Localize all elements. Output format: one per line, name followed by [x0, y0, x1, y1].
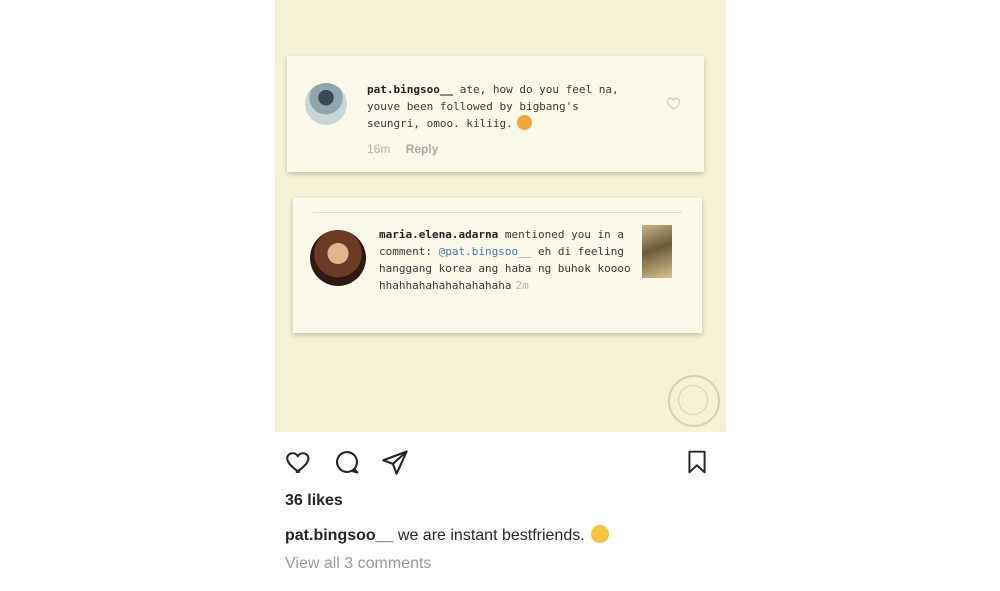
- commenter-avatar[interactable]: [305, 83, 347, 125]
- mention-card: maria.elena.adarna mentioned you in a co…: [293, 198, 702, 333]
- post-caption: pat.bingsoo__ we are instant bestfriends…: [285, 525, 609, 545]
- view-all-comments-link[interactable]: View all 3 comments: [285, 555, 431, 573]
- divider: [313, 212, 682, 213]
- heart-icon[interactable]: [284, 448, 314, 476]
- comment-time: 16m: [367, 142, 391, 156]
- mention-time: 2m: [515, 279, 529, 292]
- bookmark-icon[interactable]: [684, 448, 710, 476]
- mention-text: maria.elena.adarna mentioned you in a co…: [379, 226, 634, 294]
- comment-text: pat.bingsoo__ ate, how do you feel na, y…: [367, 81, 637, 132]
- comment-like-heart-icon[interactable]: [666, 95, 682, 111]
- paper-plane-icon[interactable]: [380, 448, 410, 476]
- action-bar: [284, 448, 714, 478]
- mention-tag[interactable]: @pat.bingsoo__: [439, 245, 532, 258]
- comment-card: pat.bingsoo__ ate, how do you feel na, y…: [287, 56, 704, 172]
- heart-eyes-emoji-icon: [516, 115, 532, 130]
- mention-avatar[interactable]: [310, 230, 366, 286]
- caption-text: we are instant bestfriends.: [393, 527, 585, 544]
- reply-button[interactable]: Reply: [406, 142, 439, 156]
- comment-username[interactable]: pat.bingsoo__: [367, 83, 453, 96]
- watermark-stamp: [668, 375, 720, 427]
- comment-meta: 16m Reply: [367, 142, 438, 156]
- caption-username[interactable]: pat.bingsoo__: [285, 527, 393, 544]
- mention-username[interactable]: maria.elena.adarna: [379, 228, 498, 241]
- laughing-emoji-icon: [590, 525, 609, 543]
- post-thumbnail[interactable]: [642, 225, 672, 278]
- post-image[interactable]: pat.bingsoo__ ate, how do you feel na, y…: [275, 0, 726, 432]
- comment-bubble-icon[interactable]: [332, 448, 362, 476]
- likes-count[interactable]: 36 likes: [285, 492, 343, 510]
